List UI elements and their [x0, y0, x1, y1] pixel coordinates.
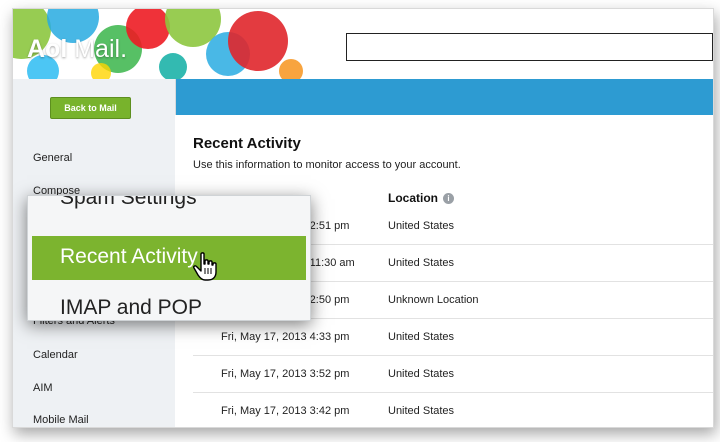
row-location: United States: [388, 368, 455, 380]
zoomed-settings-menu: Spam Settings Recent Activity IMAP and P…: [27, 195, 311, 321]
back-to-mail-button[interactable]: Back to Mail: [50, 97, 131, 119]
row-location: United States: [388, 405, 455, 417]
logo-brand: Aol: [27, 35, 68, 63]
menu-item-imap-and-pop[interactable]: IMAP and POP: [60, 296, 202, 320]
menu-item-spam-settings[interactable]: Spam Settings: [60, 196, 197, 210]
sidebar-item-calendar[interactable]: Calendar: [33, 349, 78, 361]
table-row: Fri, May 17, 2013 3:42 pm United States: [193, 392, 713, 427]
table-row: Fri, May 17, 2013 3:52 pm United States: [193, 355, 713, 393]
menu-item-recent-activity[interactable]: Recent Activity: [32, 236, 306, 280]
menu-item-recent-activity-label: Recent Activity: [60, 245, 198, 268]
row-date: Fri, May 17, 2013 3:42 pm: [221, 405, 350, 417]
search-input[interactable]: [346, 33, 713, 61]
sidebar-item-mobile-mail[interactable]: Mobile Mail: [33, 414, 89, 426]
top-bar: Aol Mail.: [13, 9, 713, 79]
info-icon[interactable]: i: [443, 193, 454, 205]
row-location: United States: [388, 220, 455, 232]
sidebar-item-general[interactable]: General: [33, 152, 72, 164]
row-location: Unknown Location: [388, 294, 479, 306]
header-bar: [175, 79, 713, 115]
row-date: Fri, May 17, 2013 4:33 pm: [221, 331, 350, 343]
row-location: United States: [388, 257, 455, 269]
table-row: Fri, May 17, 2013 4:33 pm United States: [193, 318, 713, 356]
aol-mail-logo[interactable]: Aol Mail.: [27, 35, 127, 64]
logo-product: Mail.: [74, 35, 128, 63]
hand-pointer-icon: [193, 252, 217, 281]
location-column-header: Location i: [388, 191, 454, 205]
row-location: United States: [388, 331, 455, 343]
sidebar-item-aim[interactable]: AIM: [33, 382, 53, 394]
row-date: Fri, May 17, 2013 3:52 pm: [221, 368, 350, 380]
location-header-label: Location: [388, 191, 438, 205]
page-title: Recent Activity: [193, 135, 301, 152]
page-description: Use this information to monitor access t…: [193, 159, 461, 171]
app-window: Aol Mail. Back to Mail General Compose F…: [12, 8, 714, 428]
